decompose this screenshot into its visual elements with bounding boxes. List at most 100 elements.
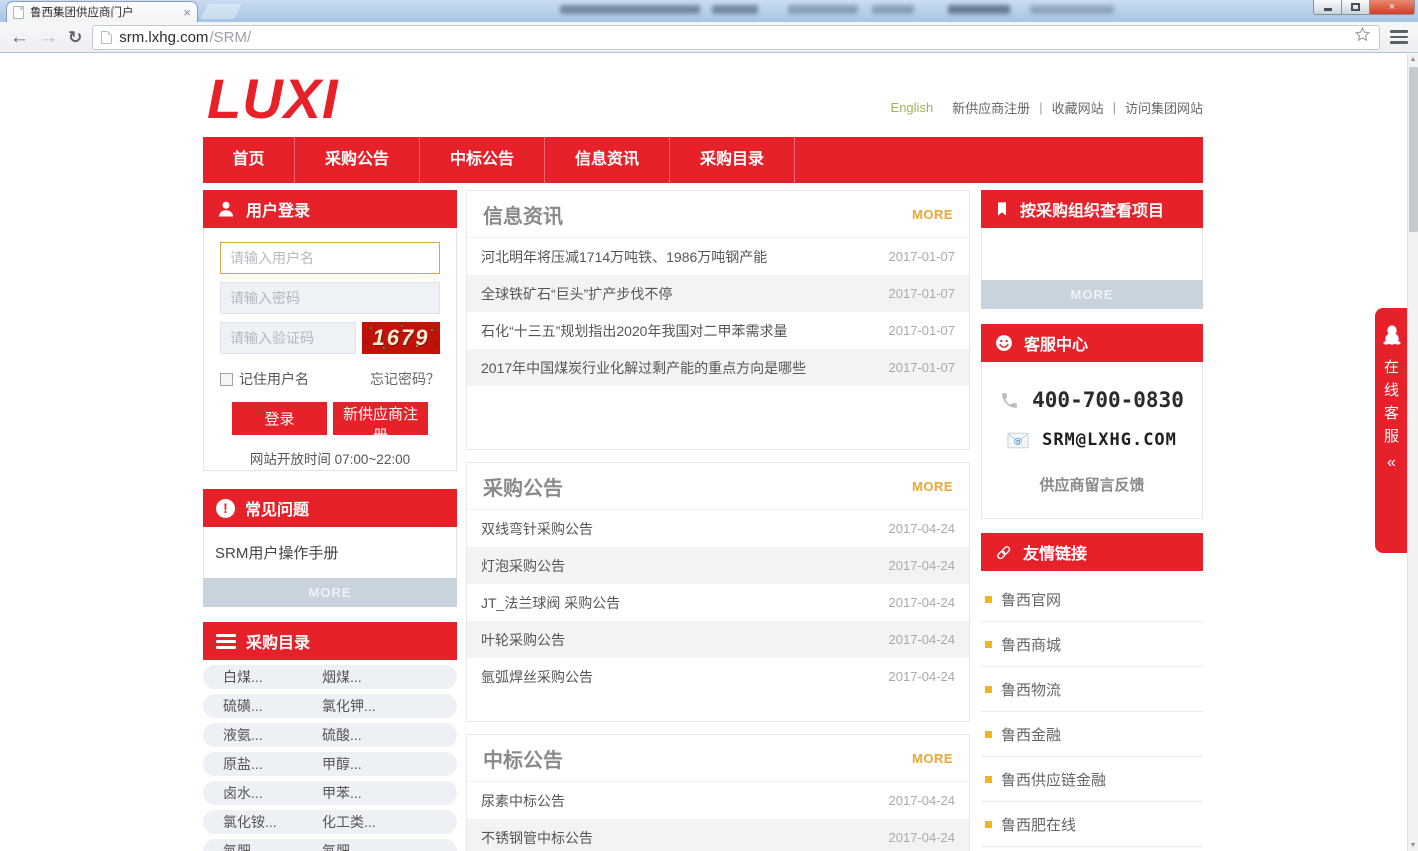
purchase-news-more-link[interactable]: MORE [912,479,953,494]
faq-item[interactable]: SRM用户操作手册 [203,527,457,578]
url-path: /SRM/ [209,29,251,46]
online-service-label-char: 服 [1384,425,1399,448]
scroll-up-icon[interactable]: ▲ [1408,54,1418,65]
catalog-item[interactable]: 原盐... [223,752,263,776]
forward-icon[interactable]: → [39,28,58,47]
friend-link[interactable]: 鲁西物流 [981,667,1203,712]
news-row[interactable]: 双线弯针采购公告 2017-04-24 [467,510,969,547]
login-button[interactable]: 登录 [232,402,327,435]
org-projects-body [981,228,1203,280]
supplier-register-button[interactable]: 新供应商注册 [333,402,428,435]
news-row[interactable]: 2017年中国煤炭行业化解过剩产能的重点方向是哪些 2017-01-07 [467,349,969,386]
tab-close-icon[interactable]: × [183,6,191,19]
login-panel-title: 用户登录 [246,197,310,221]
catalog-item[interactable]: 化工类... [322,810,376,834]
minimize-icon [1324,8,1332,11]
main-nav: 首页 采购公告 中标公告 信息资讯 采购目录 [203,137,1203,183]
catalog-item[interactable]: 烟煤... [322,665,362,689]
window-minimize-button[interactable] [1313,0,1342,15]
remember-username[interactable]: 记住用户名 [220,369,309,389]
news-title: 不锈钢管中标公告 [481,828,593,848]
service-email[interactable]: SRM@LXHG.COM [1042,430,1177,450]
register-link[interactable]: 新供应商注册 [952,98,1030,117]
nav-item-news[interactable]: 信息资讯 [545,137,670,183]
news-title: 氩弧焊丝采购公告 [481,667,593,687]
news-row[interactable]: 尿素中标公告 2017-04-24 [467,782,969,819]
friend-links-header: 友情链接 [981,533,1203,571]
bullet-icon [985,731,992,738]
english-link[interactable]: English [891,100,934,115]
catalog-item[interactable]: 硫酸... [322,723,362,747]
catalog-row: 白煤... 烟煤... [203,665,457,689]
info-news-more-link[interactable]: MORE [912,207,953,222]
award-news-more-link[interactable]: MORE [912,751,953,766]
group-site-link[interactable]: 访问集团网站 [1125,98,1203,117]
friend-link[interactable]: 鲁西金融 [981,712,1203,757]
back-icon[interactable]: ← [10,28,29,47]
link-icon [994,543,1013,562]
news-title: 全球铁矿石“巨头”扩产步伐不停 [481,284,672,304]
faq-panel-header: ! 常见问题 [203,489,457,527]
news-row[interactable]: JT_法兰球阀 采购公告 2017-04-24 [467,584,969,621]
catalog-item[interactable]: 氯化铵... [223,810,277,834]
window-close-button[interactable]: × [1370,0,1415,15]
catalog-item[interactable]: 液氨... [223,723,263,747]
right-column: 按采购组织查看项目 MORE 客服中心 400-700-0830 [981,190,1203,851]
nav-item-award-announcements[interactable]: 中标公告 [420,137,545,183]
catalog-item[interactable]: 甲苯... [322,781,362,805]
news-row[interactable]: 石化“十三五”规划指出2020年我国对二甲苯需求量 2017-01-07 [467,312,969,349]
news-date: 2017-01-07 [889,360,956,375]
nav-item-purchase-announcements[interactable]: 采购公告 [295,137,420,183]
friend-link[interactable]: 鲁西供应链金融 [981,757,1203,802]
list-icon [216,634,236,649]
forgot-password-link[interactable]: 忘记密码？ [370,369,440,389]
news-row[interactable]: 灯泡采购公告 2017-04-24 [467,547,969,584]
supplier-feedback-link[interactable]: 供应商留言反馈 [982,474,1202,495]
news-row[interactable]: 河北明年将压减1714万吨铁、1986万吨钢产能 2017-01-07 [467,238,969,275]
catalog-item[interactable]: 甲醇... [322,752,362,776]
friend-link[interactable]: 鲁西新能源装备 [981,847,1203,851]
collapse-chevron-icon[interactable]: « [1387,454,1396,472]
page-scrollbar[interactable]: ▲ ▼ [1407,54,1418,851]
captcha-input[interactable] [220,322,356,354]
info-news-panel: 信息资讯 MORE 河北明年将压减1714万吨铁、1986万吨钢产能 2017-… [466,190,970,450]
remember-checkbox[interactable] [220,373,233,386]
friend-links-panel: 友情链接 鲁西官网 鲁西商城 鲁西物流 鲁西金融 鲁西供应链金融 鲁西肥在线 鲁… [981,533,1203,851]
catalog-item[interactable]: 硫磺... [223,694,263,718]
new-tab-button[interactable] [200,4,242,19]
purchase-news-title: 采购公告 [483,472,563,501]
news-row[interactable]: 全球铁矿石“巨头”扩产步伐不停 2017-01-07 [467,275,969,312]
online-service-tab[interactable]: 在 线 客 服 « [1375,308,1408,553]
login-form: 1679 记住用户名 忘记密码？ 登录 新供应商注册 网站开放时间 07:00~… [203,228,457,471]
news-date: 2017-04-24 [889,830,956,845]
refresh-icon[interactable]: ↻ [68,29,82,46]
friend-link[interactable]: 鲁西官网 [981,577,1203,622]
window-maximize-button[interactable] [1342,0,1370,15]
friend-link[interactable]: 鲁西肥在线 [981,802,1203,847]
favorite-link[interactable]: 收藏网站 [1052,98,1104,117]
org-projects-more-button[interactable]: MORE [981,280,1203,309]
friend-link[interactable]: 鲁西商城 [981,622,1203,667]
news-row[interactable]: 叶轮采购公告 2017-04-24 [467,621,969,658]
menu-icon[interactable] [1390,30,1408,44]
background-window-title-blur [1030,5,1114,14]
news-row[interactable]: 不锈钢管中标公告 2017-04-24 [467,819,969,851]
scroll-down-icon[interactable]: ▼ [1408,840,1418,851]
address-bar[interactable]: srm.lxhg.com/SRM/ [92,25,1380,50]
faq-more-button[interactable]: MORE [203,578,457,607]
bookmark-star-icon[interactable] [1354,26,1371,48]
catalog-item[interactable]: 白煤... [223,665,263,689]
catalog-item[interactable]: 氮肥... [322,839,362,851]
password-input[interactable] [220,282,440,314]
browser-tab[interactable]: 鲁西集团供应商门户 × [6,1,198,22]
news-row[interactable]: 氩弧焊丝采购公告 2017-04-24 [467,658,969,695]
catalog-item[interactable]: 氯化钾... [322,694,376,718]
catalog-item[interactable]: 氮肥... [223,839,263,851]
nav-item-home[interactable]: 首页 [203,137,295,183]
username-input[interactable] [220,242,440,274]
catalog-item[interactable]: 卤水... [223,781,263,805]
nav-item-catalog[interactable]: 采购目录 [670,137,795,183]
scrollbar-thumb[interactable] [1409,67,1418,232]
captcha-image[interactable]: 1679 [362,322,440,354]
org-projects-header: 按采购组织查看项目 [981,190,1203,228]
